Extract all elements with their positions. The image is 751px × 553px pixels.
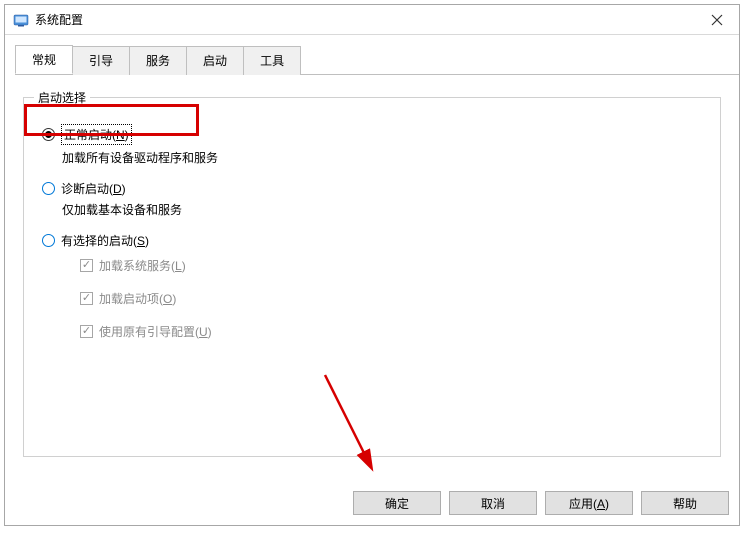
group-title: 启动选择 — [34, 89, 90, 106]
tab-startup[interactable]: 启动 — [186, 46, 244, 75]
tab-label: 工具 — [260, 54, 284, 68]
checkbox-icon: ✓ — [80, 292, 93, 305]
tab-boot[interactable]: 引导 — [72, 46, 130, 75]
radio-diagnostic-desc: 仅加载基本设备和服务 — [62, 201, 708, 218]
check-label: 使用原有引导配置(U) — [99, 323, 212, 340]
titlebar: 系统配置 — [5, 5, 739, 35]
window-title: 系统配置 — [35, 11, 694, 28]
tab-services[interactable]: 服务 — [129, 46, 187, 75]
tab-strip: 常规 引导 服务 启动 工具 — [15, 45, 739, 75]
button-label: 确定 — [385, 495, 409, 512]
app-icon — [13, 12, 29, 28]
cancel-button[interactable]: 取消 — [449, 491, 537, 515]
selective-checks: ✓ 加载系统服务(L) ✓ 加载启动项(O) ✓ 使用原有引导配置(U) — [80, 257, 708, 340]
check-label: 加载启动项(O) — [99, 290, 176, 307]
dialog-buttons: 确定 取消 应用(A) 帮助 — [5, 481, 739, 525]
checkbox-icon: ✓ — [80, 325, 93, 338]
tab-general[interactable]: 常规 — [15, 45, 73, 74]
close-button[interactable] — [694, 5, 739, 35]
button-label: 帮助 — [673, 495, 697, 512]
radio-label: 正常启动(N) — [61, 124, 132, 145]
radio-label: 诊断启动(D) — [61, 180, 126, 197]
tab-label: 启动 — [203, 54, 227, 68]
tab-tools[interactable]: 工具 — [243, 46, 301, 75]
button-label: 取消 — [481, 495, 505, 512]
radio-label: 有选择的启动(S) — [61, 232, 149, 249]
apply-button[interactable]: 应用(A) — [545, 491, 633, 515]
radio-icon — [42, 234, 55, 247]
ok-button[interactable]: 确定 — [353, 491, 441, 515]
startup-selection-group: 启动选择 正常启动(N) 加载所有设备驱动程序和服务 诊断启动(D) 仅加载基本… — [23, 97, 721, 457]
check-load-system-services[interactable]: ✓ 加载系统服务(L) — [80, 257, 708, 274]
tab-label: 服务 — [146, 54, 170, 68]
check-use-original-boot[interactable]: ✓ 使用原有引导配置(U) — [80, 323, 708, 340]
button-label: 应用(A) — [569, 495, 609, 512]
help-button[interactable]: 帮助 — [641, 491, 729, 515]
check-label: 加载系统服务(L) — [99, 257, 186, 274]
checkbox-icon: ✓ — [80, 259, 93, 272]
radio-normal-startup[interactable]: 正常启动(N) — [42, 124, 708, 145]
radio-diagnostic-startup[interactable]: 诊断启动(D) — [42, 180, 708, 197]
radio-icon — [42, 182, 55, 195]
radio-normal-desc: 加载所有设备驱动程序和服务 — [62, 149, 708, 166]
msconfig-window: 系统配置 常规 引导 服务 启动 工具 启动选择 正常启动(N) 加载所有设备驱… — [4, 4, 740, 526]
radio-icon — [42, 128, 55, 141]
radio-selective-startup[interactable]: 有选择的启动(S) — [42, 232, 708, 249]
tab-page-general: 启动选择 正常启动(N) 加载所有设备驱动程序和服务 诊断启动(D) 仅加载基本… — [5, 75, 739, 481]
tab-label: 引导 — [89, 54, 113, 68]
check-load-startup-items[interactable]: ✓ 加载启动项(O) — [80, 290, 708, 307]
tab-label: 常规 — [32, 53, 56, 67]
